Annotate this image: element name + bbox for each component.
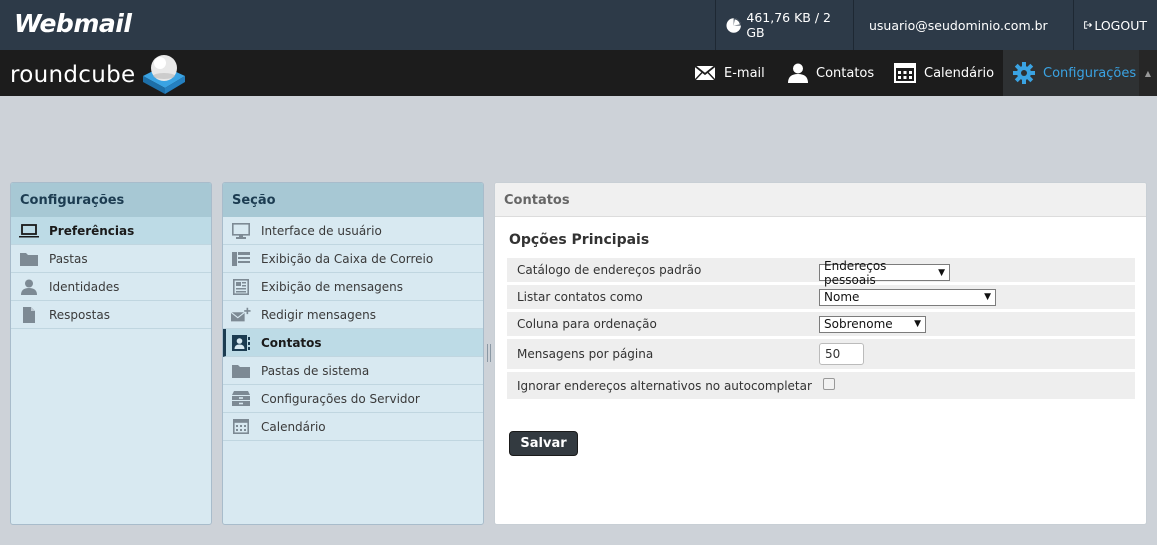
document-icon xyxy=(19,306,39,324)
settings-panel-header: Configurações xyxy=(11,183,211,217)
folder-icon xyxy=(19,250,39,268)
panel-splitter[interactable] xyxy=(487,344,491,362)
option-label: Coluna para ordenação xyxy=(517,317,657,331)
option-row-default-addressbook: Catálogo de endereços padrão Endereços p… xyxy=(507,258,1135,287)
section-item-label: Configurações do Servidor xyxy=(261,391,420,406)
option-label: Catálogo de endereços padrão xyxy=(517,263,702,277)
logout-icon xyxy=(1084,21,1093,29)
nav-settings-label: Configurações xyxy=(1043,65,1137,81)
messages-per-page-input[interactable]: 50 xyxy=(819,343,864,365)
user-email: usuario@seudominio.com.br xyxy=(869,17,1048,33)
roundcube-cube-icon xyxy=(143,55,186,94)
quota-indicator: 461,76 KB / 2 GB xyxy=(715,0,853,50)
calendar-icon xyxy=(894,63,916,83)
settings-panel: Configurações Preferências Pastas Identi… xyxy=(10,182,212,525)
default-addressbook-select[interactable]: Endereços pessoais ▼ xyxy=(819,259,950,287)
server-icon xyxy=(231,390,251,408)
top-bar: Webmail 461,76 KB / 2 GB usuario@seudomi… xyxy=(0,0,1157,50)
section-item-label: Interface de usuário xyxy=(261,223,382,238)
settings-item-responses[interactable]: Respostas xyxy=(11,301,211,329)
nav-contacts-label: Contatos xyxy=(816,65,875,81)
folder-icon xyxy=(231,362,251,380)
nav-calendar[interactable]: Calendário xyxy=(894,50,994,96)
message-view-icon xyxy=(231,278,251,296)
option-label: Ignorar endereços alternativos no autoco… xyxy=(517,378,812,393)
section-item-contacts[interactable]: Contatos xyxy=(223,329,483,357)
content-header: Contatos xyxy=(495,183,1146,217)
select-value: Nome xyxy=(824,290,860,304)
settings-item-preferences[interactable]: Preferências xyxy=(11,217,211,245)
mailbox-view-icon xyxy=(231,250,251,268)
contacts-icon xyxy=(231,334,251,352)
logout-button[interactable]: LOGOUT xyxy=(1073,0,1157,50)
settings-item-folders[interactable]: Pastas xyxy=(11,245,211,273)
section-item-user-interface[interactable]: Interface de usuário xyxy=(223,217,483,245)
dropdown-arrow-icon: ▼ xyxy=(984,292,991,302)
nav-bar: roundcube E-mail Contatos Calendário Con… xyxy=(0,50,1157,96)
person-icon xyxy=(788,63,808,83)
section-item-label: Pastas de sistema xyxy=(261,363,370,378)
pie-chart-icon xyxy=(726,17,741,33)
settings-item-identities[interactable]: Identidades xyxy=(11,273,211,301)
section-item-label: Exibição de mensagens xyxy=(261,279,404,294)
options-table: Catálogo de endereços padrão Endereços p… xyxy=(507,258,1135,402)
gear-icon xyxy=(1013,62,1035,84)
nav-scroll-up-button[interactable]: ▲ xyxy=(1139,50,1157,96)
list-contacts-as-select[interactable]: Nome ▼ xyxy=(819,288,996,306)
monitor-icon xyxy=(231,222,251,240)
section-item-label: Contatos xyxy=(261,335,322,350)
settings-item-label: Pastas xyxy=(49,251,88,266)
section-item-label: Calendário xyxy=(261,419,326,434)
section-item-label: Exibição da Caixa de Correio xyxy=(261,251,434,266)
settings-item-label: Identidades xyxy=(49,279,120,294)
section-item-label: Redigir mensagens xyxy=(261,307,376,322)
section-item-system-folders[interactable]: Pastas de sistema xyxy=(223,357,483,385)
roundcube-logo-text: roundcube xyxy=(10,62,136,88)
nav-contacts[interactable]: Contatos xyxy=(788,50,874,96)
ignore-alternative-addresses-checkbox[interactable] xyxy=(823,378,835,390)
roundcube-logo[interactable]: roundcube xyxy=(10,55,187,95)
nav-email-label: E-mail xyxy=(724,65,765,81)
save-button[interactable]: Salvar xyxy=(509,431,578,456)
option-row-sort-column: Coluna para ordenação Sobrenome ▼ xyxy=(507,312,1135,336)
dropdown-arrow-icon: ▼ xyxy=(914,319,921,329)
settings-item-label: Respostas xyxy=(49,307,110,322)
envelope-icon xyxy=(694,65,716,81)
section-item-calendar[interactable]: Calendário xyxy=(223,413,483,441)
sort-column-select[interactable]: Sobrenome ▼ xyxy=(819,315,926,333)
select-value: Sobrenome xyxy=(824,317,893,331)
laptop-icon xyxy=(19,222,39,240)
option-row-messages-per-page: Mensagens por página 50 xyxy=(507,339,1135,369)
settings-item-label: Preferências xyxy=(49,223,135,238)
identity-icon xyxy=(19,278,39,296)
section-item-mailbox-view[interactable]: Exibição da Caixa de Correio xyxy=(223,245,483,273)
section-item-server-settings[interactable]: Configurações do Servidor xyxy=(223,385,483,413)
calendar-icon xyxy=(231,418,251,436)
section-item-message-view[interactable]: Exibição de mensagens xyxy=(223,273,483,301)
options-title: Opções Principais xyxy=(509,232,650,248)
option-label: Mensagens por página xyxy=(517,347,654,361)
logout-label: LOGOUT xyxy=(1094,17,1147,33)
section-panel-header: Seção xyxy=(223,183,483,217)
section-item-compose[interactable]: Redigir mensagens xyxy=(223,301,483,329)
nav-email[interactable]: E-mail xyxy=(694,50,765,96)
webmail-logo: Webmail xyxy=(14,9,132,38)
nav-calendar-label: Calendário xyxy=(924,65,995,81)
content-panel: Contatos Opções Principais Catálogo de e… xyxy=(494,182,1147,525)
nav-settings[interactable]: Configurações xyxy=(1003,50,1139,96)
user-menu[interactable]: usuario@seudominio.com.br xyxy=(853,0,1073,50)
option-label: Listar contatos como xyxy=(517,290,643,304)
option-row-ignore-alternative-addresses: Ignorar endereços alternativos no autoco… xyxy=(507,372,1135,399)
section-panel: Seção Interface de usuário Exibição da C… xyxy=(222,182,484,525)
option-row-list-contacts-as: Listar contatos como Nome ▼ xyxy=(507,285,1135,309)
quota-text: 461,76 KB / 2 GB xyxy=(746,10,831,40)
dropdown-arrow-icon: ▼ xyxy=(938,267,945,278)
compose-icon xyxy=(231,306,251,324)
select-value: Endereços pessoais xyxy=(824,258,887,287)
